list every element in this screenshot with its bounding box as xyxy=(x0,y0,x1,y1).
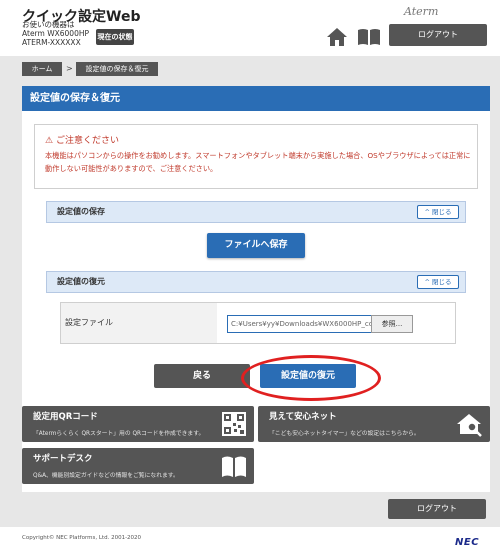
device-id: ATERM-XXXXXX xyxy=(22,38,81,47)
caution-title-text: ご注意ください xyxy=(55,136,119,146)
highlight-circle xyxy=(241,355,381,401)
restore-section-title: 設定値の復元 xyxy=(57,277,105,286)
save-section-title: 設定値の保存 xyxy=(57,207,105,216)
chevron-up-icon: ^ xyxy=(424,278,430,286)
qr-code-icon xyxy=(221,410,247,438)
header: クイック設定Web お使いの機器は Aterm WX6000HP ATERM-X… xyxy=(0,0,500,56)
caution-box: ⚠ ご注意ください 本機能はパソコンからの操作をお勧めします。スマートフォンやタ… xyxy=(34,124,478,189)
card-title: 見えて安心ネット xyxy=(269,412,337,422)
close-label: 閉じる xyxy=(432,278,452,286)
chevron-up-icon: ^ xyxy=(424,208,430,216)
footer: Copyright© NEC Platforms, Ltd. 2001-2020… xyxy=(0,527,500,559)
card-title: 設定用QRコード xyxy=(33,412,98,422)
copyright-text: Copyright© NEC Platforms, Ltd. 2001-2020 xyxy=(22,535,142,541)
restore-section-close-button[interactable]: ^ 閉じる xyxy=(417,275,459,289)
back-button[interactable]: 戻る xyxy=(154,364,250,388)
support-desk-card[interactable]: サポートデスク Q&A、機能別設定ガイドなどの情報をご覧になれます。 xyxy=(22,448,254,484)
house-search-icon xyxy=(457,410,483,438)
device-model: Aterm WX6000HP xyxy=(22,29,89,38)
settings-file-label-cell: 設定ファイル xyxy=(61,303,217,343)
page-title-banner: 設定値の保存＆復元 xyxy=(22,86,490,111)
save-section-close-button[interactable]: ^ 閉じる xyxy=(417,205,459,219)
device-label: お使いの機器は xyxy=(22,20,75,29)
book-icon xyxy=(221,452,247,480)
nec-logo: NEC xyxy=(455,537,480,548)
card-description: Q&A、機能別設定ガイドなどの情報をご覧になれます。 xyxy=(33,473,179,479)
card-title: サポートデスク xyxy=(33,454,93,464)
breadcrumb-separator: > xyxy=(66,64,73,73)
mieru-anshin-net-card[interactable]: 見えて安心ネット 「こども安心ネットタイマー」などの設定はこちらから。 xyxy=(258,406,490,442)
caution-text: 本機能はパソコンからの操作をお勧めします。スマートフォンやタブレット端末から実施… xyxy=(45,151,471,173)
breadcrumb-home[interactable]: ホーム xyxy=(22,62,62,76)
browse-button[interactable]: 参照... xyxy=(371,315,413,333)
save-section-header: 設定値の保存 ^ 閉じる xyxy=(46,201,466,223)
book-icon[interactable] xyxy=(357,28,381,46)
logout-button-bottom[interactable]: ログアウト xyxy=(388,499,486,519)
brand-logo: Aterm xyxy=(404,5,439,18)
current-status-button[interactable]: 現在の状態 xyxy=(96,29,134,45)
settings-file-label: 設定ファイル xyxy=(65,318,113,327)
card-description: 「こども安心ネットタイマー」などの設定はこちらから。 xyxy=(269,431,420,437)
settings-file-row: 設定ファイル C:¥Users¥yy¥Downloads¥WX6000HP_co… xyxy=(60,302,456,344)
page-title: 設定値の保存＆復元 xyxy=(30,93,120,104)
logout-button[interactable]: ログアウト xyxy=(389,24,487,46)
close-label: 閉じる xyxy=(432,208,452,216)
file-path-input[interactable]: C:¥Users¥yy¥Downloads¥WX6000HP_cor xyxy=(227,315,373,333)
caution-title: ⚠ ご注意ください xyxy=(45,133,119,146)
warning-icon: ⚠ xyxy=(45,136,54,146)
save-to-file-button[interactable]: ファイルへ保存 xyxy=(207,233,305,258)
qr-code-card[interactable]: 設定用QRコード 「Atermらくらく QRスタート」用の QRコードを作成でき… xyxy=(22,406,254,442)
home-icon[interactable] xyxy=(326,27,348,47)
breadcrumb-current: 設定値の保存＆復元 xyxy=(76,62,158,76)
restore-section-header: 設定値の復元 ^ 閉じる xyxy=(46,271,466,293)
card-description: 「Atermらくらく QRスタート」用の QRコードを作成できます。 xyxy=(33,431,205,437)
